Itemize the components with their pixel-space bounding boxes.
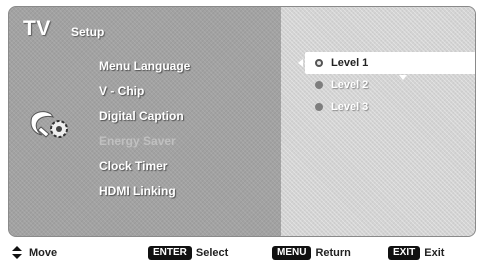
menu-item-hdmi-linking[interactable]: HDMI Linking — [99, 179, 190, 204]
left-arrow-icon[interactable] — [298, 59, 303, 67]
menu-item-energy-saver: Energy Saver — [99, 134, 176, 148]
menu-item-v-chip[interactable]: V - Chip — [99, 79, 190, 104]
menu-key-badge: MENU — [272, 246, 312, 260]
option-label: Level 2 — [331, 79, 369, 91]
menu-item-menu-language[interactable]: Menu Language — [99, 54, 190, 79]
setup-menu-screen: TV Setup Menu Language V - Chip Digital … — [8, 6, 476, 237]
caption-level-options: Level 1 Level 2 Level 3 — [305, 52, 475, 118]
exit-key-badge: EXIT — [388, 246, 421, 260]
down-arrow-icon[interactable] — [399, 75, 407, 80]
radio-icon — [315, 103, 323, 111]
hint-select-label: Select — [195, 247, 229, 259]
menu-item-clock-timer[interactable]: Clock Timer — [99, 154, 190, 179]
hint-return: MENU Return — [272, 246, 351, 260]
button-guide-bar: Move ENTER Select MENU Return EXIT Exit — [0, 241, 480, 265]
option-label: Level 1 — [331, 57, 369, 69]
hint-exit-label: Exit — [424, 247, 445, 259]
radio-icon — [315, 81, 323, 89]
option-level-3[interactable]: Level 3 — [305, 96, 475, 118]
hint-exit: EXIT Exit — [388, 246, 444, 260]
radio-selected-icon — [315, 59, 323, 67]
hint-return-label: Return — [315, 247, 351, 259]
page-title: Setup — [71, 25, 105, 39]
hint-select: ENTER Select — [148, 246, 228, 260]
setup-menu-list: Menu Language V - Chip Digital Caption E… — [99, 54, 190, 204]
option-level-2[interactable]: Level 2 — [305, 74, 475, 96]
options-panel — [281, 7, 475, 236]
enter-key-badge: ENTER — [148, 246, 192, 260]
menu-item-digital-caption[interactable]: Digital Caption — [99, 104, 190, 129]
option-level-1[interactable]: Level 1 — [305, 52, 475, 74]
option-label: Level 3 — [331, 101, 369, 113]
setup-gear-icon — [27, 105, 73, 145]
up-down-arrows-icon — [12, 246, 22, 260]
tv-logo: TV — [23, 17, 51, 40]
hint-move: Move — [12, 246, 57, 260]
hint-move-label: Move — [29, 247, 58, 259]
